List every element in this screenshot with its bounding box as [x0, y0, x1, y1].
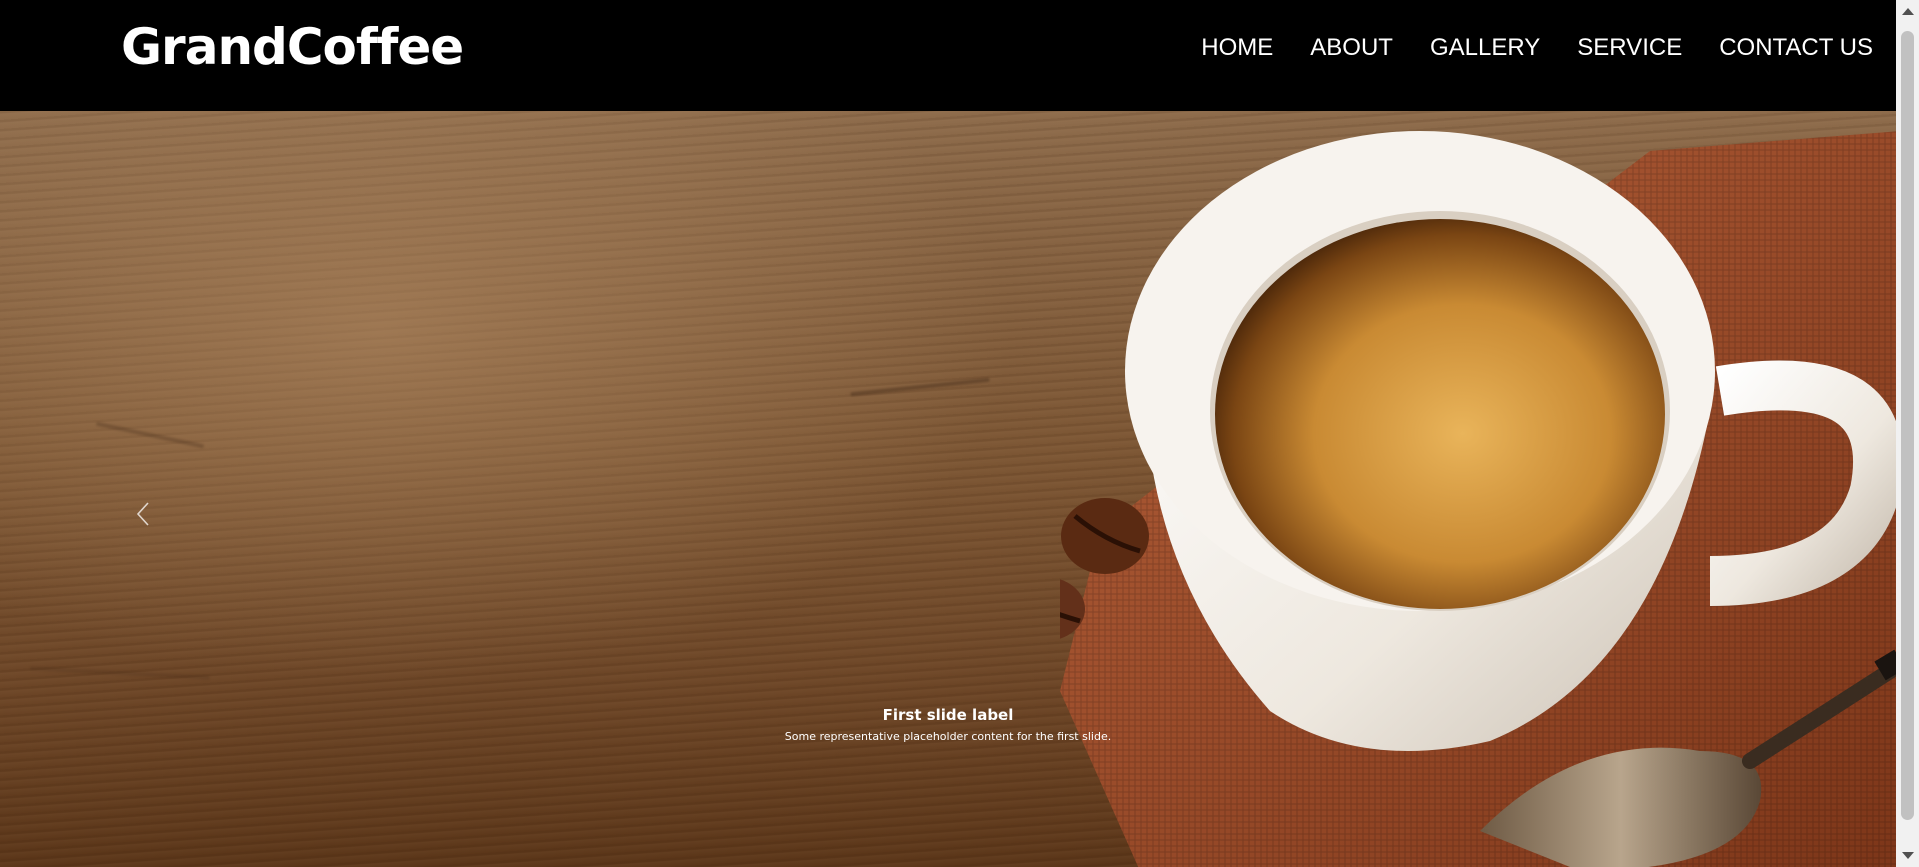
carousel-prev-button[interactable]: [118, 489, 168, 539]
nav-links: HOME ABOUT GALLERY SERVICE CONTACT US: [1164, 0, 1873, 96]
scroll-up-arrow-icon[interactable]: [1902, 8, 1914, 15]
scroll-thumb[interactable]: [1901, 31, 1914, 820]
nav-contact-link[interactable]: CONTACT US: [1719, 34, 1873, 62]
scroll-down-arrow-icon[interactable]: [1902, 852, 1914, 859]
hero-carousel: First slide label Some representative pl…: [0, 111, 1896, 867]
carousel-caption-title: First slide label: [882, 706, 1014, 724]
brand-logo[interactable]: GrandCoffee: [121, 16, 464, 78]
page-scrollbar[interactable]: [1896, 0, 1919, 867]
carousel-caption-text: Some representative placeholder content …: [784, 730, 1112, 743]
nav-service-link[interactable]: SERVICE: [1577, 34, 1682, 62]
nav-about-link[interactable]: ABOUT: [1310, 34, 1393, 62]
coffee-cup-image: [1060, 131, 1896, 867]
top-navbar: GrandCoffee HOME ABOUT GALLERY SERVICE C…: [0, 0, 1896, 111]
nav-home-link[interactable]: HOME: [1201, 34, 1273, 62]
nav-gallery-link[interactable]: GALLERY: [1430, 34, 1540, 62]
chevron-left-icon: [136, 502, 149, 526]
